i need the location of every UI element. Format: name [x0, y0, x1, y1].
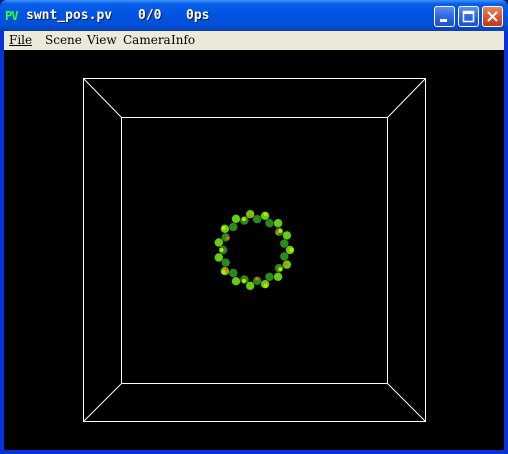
scene-canvas[interactable] — [4, 50, 504, 450]
atom-highlight — [219, 248, 224, 252]
box-edge-top-left — [83, 78, 122, 118]
atom-accent — [248, 214, 252, 218]
atom-highlight — [263, 212, 268, 217]
atom-accent — [275, 231, 280, 235]
menu-scene-label: Scene — [45, 33, 82, 47]
box-edge-bottom-left — [83, 383, 122, 422]
atom — [221, 258, 230, 267]
menu-scene[interactable]: Scene — [45, 33, 82, 47]
atom — [265, 272, 274, 281]
close-icon — [487, 11, 498, 22]
menu-camera-label: Camera — [123, 33, 171, 47]
3d-viewport[interactable] — [4, 50, 504, 450]
simulation-box — [83, 78, 426, 422]
atom-highlight — [278, 267, 283, 272]
menu-info-label: Info — [171, 33, 196, 47]
maximize-button[interactable] — [458, 6, 479, 27]
menu-bar: File Scene View Camera Info — [4, 31, 504, 50]
menu-file[interactable]: File — [9, 33, 32, 47]
atom — [229, 268, 238, 278]
box-inner-face — [121, 117, 388, 384]
atom — [246, 281, 255, 290]
atom-highlight — [242, 278, 246, 283]
minimize-button[interactable] — [434, 6, 455, 27]
atom — [280, 239, 289, 248]
atom — [253, 215, 262, 224]
window-border-bottom — [0, 450, 508, 454]
window-border-right — [504, 31, 508, 454]
menu-camera[interactable]: Camera — [123, 33, 171, 47]
atom — [273, 272, 283, 281]
atom-accent — [255, 277, 259, 281]
atom-highlight — [263, 283, 268, 288]
atom — [282, 231, 292, 240]
atom-highlight — [289, 248, 294, 252]
nanotube-ring — [214, 210, 295, 290]
app-window: PV swnt_pos.pv 0/0 0ps File Scene View C… — [0, 0, 508, 454]
frame-counter: 0/0 — [138, 8, 162, 23]
app-icon[interactable]: PV — [5, 9, 18, 23]
box-edge-top-right — [387, 78, 426, 118]
atom-accent — [224, 268, 229, 272]
atom — [231, 214, 241, 223]
maximize-icon — [462, 10, 475, 23]
menu-info[interactable]: Info — [171, 33, 195, 47]
window-title: swnt_pos.pv — [26, 8, 113, 23]
atom — [229, 222, 238, 232]
atom — [273, 219, 283, 228]
menu-view-label: View — [87, 33, 117, 47]
atom — [265, 219, 274, 228]
menu-file-label: File — [9, 33, 33, 47]
atom-highlight — [242, 217, 246, 222]
close-button[interactable] — [482, 6, 503, 27]
atom-highlight — [221, 226, 226, 230]
atom — [214, 238, 223, 247]
atom — [280, 252, 289, 261]
time-readout: 0ps — [186, 8, 210, 23]
atom-accent — [225, 236, 230, 240]
atom-accent — [283, 262, 287, 266]
atom — [214, 253, 223, 262]
box-edge-bottom-right — [387, 383, 426, 422]
atom — [231, 277, 241, 286]
title-bar[interactable]: PV swnt_pos.pv 0/0 0ps — [0, 0, 508, 31]
box-outer-face — [83, 78, 426, 422]
menu-view[interactable]: View — [87, 33, 117, 47]
minimize-icon — [440, 19, 447, 22]
